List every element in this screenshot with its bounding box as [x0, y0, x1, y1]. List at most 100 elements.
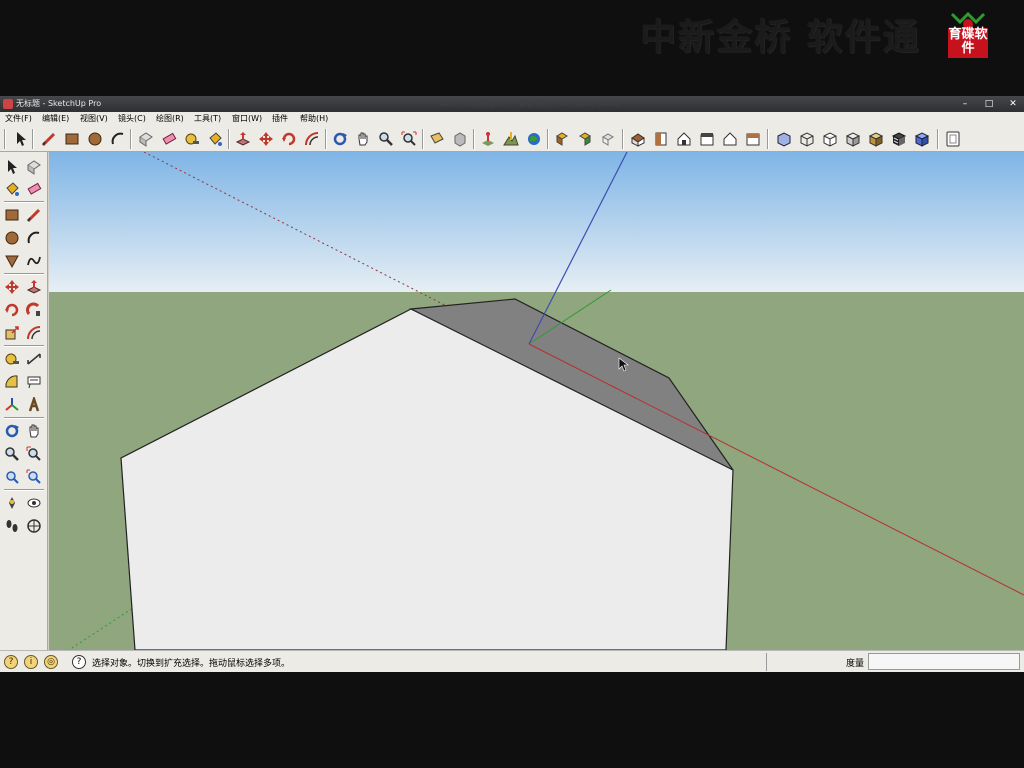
push-pull-icon[interactable] [25, 278, 43, 296]
follow-me-icon[interactable] [25, 301, 43, 319]
maximize-button[interactable]: □ [982, 96, 996, 112]
get-models-icon[interactable] [553, 130, 571, 148]
eraser-icon[interactable] [160, 130, 178, 148]
xray-style-icon[interactable] [775, 130, 793, 148]
watermark-logo-text: 育碟软件 [948, 27, 988, 56]
hidden-line-style-icon[interactable] [821, 130, 839, 148]
shaded-style-icon[interactable] [844, 130, 862, 148]
line-pencil-icon[interactable] [40, 130, 58, 148]
get-photo-texture-icon[interactable] [428, 130, 446, 148]
zoom-extents-icon[interactable] [400, 130, 418, 148]
orbit-icon[interactable] [3, 422, 21, 440]
pan-icon[interactable] [25, 422, 43, 440]
model-viewport[interactable] [49, 152, 1024, 650]
paint-bucket-icon[interactable] [206, 130, 224, 148]
georeference-icon[interactable]: ? [4, 655, 18, 669]
tape-measure-icon[interactable] [183, 130, 201, 148]
measurement-input[interactable] [868, 653, 1020, 670]
monochrome-style-icon[interactable] [890, 130, 908, 148]
text-icon[interactable] [25, 373, 43, 391]
iso-view-icon[interactable] [629, 130, 647, 148]
position-camera-icon[interactable] [3, 494, 21, 512]
title-bar[interactable]: 无标题 - SketchUp Pro SketchUp教程.doc - 兼容模式… [0, 96, 1024, 112]
google-earth-icon[interactable] [525, 130, 543, 148]
previous-view-icon[interactable] [3, 468, 21, 486]
scene-canvas[interactable] [49, 152, 1024, 650]
polygon-icon[interactable] [3, 252, 21, 270]
offset-icon[interactable] [303, 130, 321, 148]
status-bar: ? i ◎ ? 选择对象。切换到扩充选择。拖动鼠标选择多项。 度量 [0, 650, 1024, 672]
rectangle-icon[interactable] [3, 206, 21, 224]
top-view-icon[interactable] [652, 130, 670, 148]
zoom-icon[interactable] [3, 445, 21, 463]
move-icon[interactable] [257, 130, 275, 148]
pan-icon[interactable] [354, 130, 372, 148]
menu-draw[interactable]: 绘图(R) [156, 112, 184, 126]
section-plane-icon[interactable] [25, 517, 43, 535]
status-divider [766, 653, 767, 671]
window-title: 无标题 - SketchUp Pro [16, 99, 102, 108]
share-component-icon[interactable] [599, 130, 617, 148]
dimension-icon[interactable] [25, 350, 43, 368]
zoom-window-icon[interactable] [25, 445, 43, 463]
toggle-terrain-icon[interactable] [502, 130, 520, 148]
wireframe-style-icon[interactable] [798, 130, 816, 148]
help-icon[interactable]: ? [72, 655, 86, 669]
arc-icon[interactable] [25, 229, 43, 247]
background-window-title: SketchUp教程.doc - 兼容模式 - Microsoft Word [440, 99, 619, 108]
make-component-icon[interactable] [25, 158, 43, 176]
user-icon[interactable]: ◎ [44, 655, 58, 669]
left-view-icon[interactable] [744, 130, 762, 148]
menu-edit[interactable]: 编辑(E) [42, 112, 69, 126]
paint-bucket-icon[interactable] [3, 180, 21, 198]
select-icon[interactable] [3, 158, 21, 176]
3d-warehouse-icon[interactable] [451, 130, 469, 148]
walk-icon[interactable] [3, 517, 21, 535]
make-component-icon[interactable] [137, 130, 155, 148]
tools-palette [0, 152, 48, 650]
watermark-text: 中新金桥 软件通 [640, 17, 921, 58]
back-view-icon[interactable] [721, 130, 739, 148]
rotate-icon[interactable] [3, 301, 21, 319]
push-pull-icon[interactable] [234, 130, 252, 148]
share-model-icon[interactable] [576, 130, 594, 148]
orbit-icon[interactable] [331, 130, 349, 148]
xray-blue-style-icon[interactable] [913, 130, 931, 148]
move-icon[interactable] [3, 278, 21, 296]
close-button[interactable]: ✕ [1006, 96, 1020, 112]
circle-icon[interactable] [3, 229, 21, 247]
app-icon [3, 99, 13, 109]
zoom-icon[interactable] [377, 130, 395, 148]
offset-icon[interactable] [25, 324, 43, 342]
menu-view[interactable]: 视图(V) [80, 112, 108, 126]
tape-measure-icon[interactable] [3, 350, 21, 368]
eraser-icon[interactable] [25, 180, 43, 198]
add-location-icon[interactable] [479, 130, 497, 148]
menu-camera[interactable]: 镜头(C) [118, 112, 146, 126]
front-view-icon[interactable] [675, 130, 693, 148]
credits-icon[interactable]: i [24, 655, 38, 669]
menu-tools[interactable]: 工具(T) [194, 112, 221, 126]
menu-plugins[interactable]: 插件 [272, 112, 288, 126]
section-plane-icon[interactable] [944, 130, 962, 148]
select-icon[interactable] [12, 130, 30, 148]
arc-icon[interactable] [109, 130, 127, 148]
shaded-textures-style-icon[interactable] [867, 130, 885, 148]
zoom-extents-icon[interactable] [25, 468, 43, 486]
status-message: 选择对象。切换到扩充选择。拖动鼠标选择多项。 [92, 659, 291, 669]
line-pencil-icon[interactable] [25, 206, 43, 224]
3d-text-icon[interactable] [25, 396, 43, 414]
rotate-icon[interactable] [280, 130, 298, 148]
menu-help[interactable]: 帮助(H) [300, 112, 328, 126]
look-around-icon[interactable] [25, 494, 43, 512]
menu-file[interactable]: 文件(F) [5, 112, 32, 126]
minimize-button[interactable]: – [958, 96, 972, 112]
protractor-icon[interactable] [3, 373, 21, 391]
circle-icon[interactable] [86, 130, 104, 148]
scale-icon[interactable] [3, 324, 21, 342]
rectangle-icon[interactable] [63, 130, 81, 148]
right-view-icon[interactable] [698, 130, 716, 148]
freehand-icon[interactable] [25, 252, 43, 270]
axes-icon[interactable] [3, 396, 21, 414]
menu-window[interactable]: 窗口(W) [232, 112, 262, 126]
